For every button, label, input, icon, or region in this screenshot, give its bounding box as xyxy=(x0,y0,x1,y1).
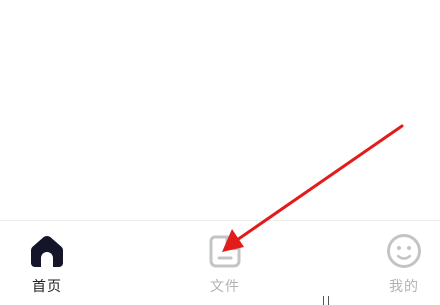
home-icon xyxy=(31,236,63,267)
tab-files[interactable]: 文件 xyxy=(195,221,255,305)
tab-home[interactable]: 首页 xyxy=(17,221,77,305)
content-area xyxy=(0,0,440,220)
bottom-tab-bar: 首页 文件 我的 xyxy=(0,220,440,305)
tab-mine[interactable]: 我的 xyxy=(374,221,434,305)
app-screen: 首页 文件 我的 xyxy=(0,0,440,305)
tab-files-label: 文件 xyxy=(210,279,240,295)
tab-mine-label: 我的 xyxy=(389,279,419,295)
profile-face-icon xyxy=(387,234,421,268)
file-icon xyxy=(209,235,241,268)
tab-home-label: 首页 xyxy=(32,279,62,295)
text-cursor-icon xyxy=(323,296,329,305)
